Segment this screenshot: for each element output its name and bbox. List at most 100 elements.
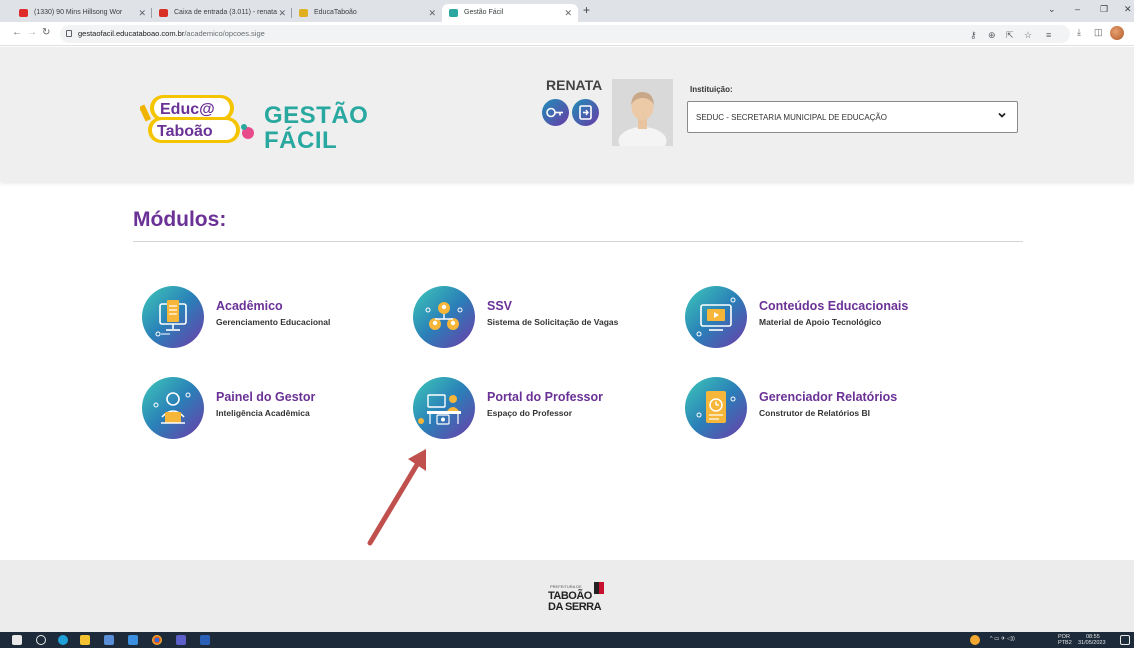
clock-date: 31/05/2023: [1078, 640, 1106, 646]
module-gerenciador-relatorios[interactable]: Gerenciador Relatórios Construtor de Rel…: [685, 377, 945, 439]
logo-facil-text: FÁCIL: [264, 127, 338, 154]
notification-icon[interactable]: [1120, 635, 1130, 645]
windows-taskbar: ^ ▭ ✈ ◁)) POR PTB2 08:55 31/05/2023: [0, 632, 1134, 648]
module-title: Portal do Professor: [487, 390, 603, 404]
report-clock-icon: [685, 377, 747, 439]
module-title: SSV: [487, 299, 513, 313]
zoom-icon[interactable]: ⊕: [988, 30, 996, 41]
footer-logo-small-text: PREFEITURA DE: [550, 584, 582, 589]
module-subtitle: Material de Apoio Tecnológico: [759, 317, 882, 327]
module-subtitle: Inteligência Acadêmica: [216, 408, 310, 418]
bookmark-star-icon[interactable]: ☆: [1024, 30, 1032, 41]
module-portal-do-professor[interactable]: Portal do Professor Espaço do Professor: [413, 377, 673, 439]
edge-icon[interactable]: [58, 635, 68, 645]
logout-icon: [579, 105, 592, 120]
url-text: gestaofacil.educataboao.com.br/academico…: [78, 29, 265, 38]
windows-start-icon[interactable]: [12, 635, 22, 645]
restore-icon[interactable]: ❐: [1100, 4, 1108, 15]
module-subtitle: Espaço do Professor: [487, 408, 573, 418]
tab-title: (1330) 90 Mins Hillsong Wor: [34, 9, 123, 16]
side-panel-icon[interactable]: ◫: [1094, 27, 1103, 38]
tab-search-icon[interactable]: ⌄: [1048, 4, 1056, 15]
institution-select[interactable]: SEDUC - SECRETARIA MUNICIPAL DE EDUCAÇÃO: [687, 101, 1018, 133]
browser-tab-active[interactable]: Gestão Fácil ✕: [442, 4, 578, 22]
footer-logo-line2: DA SERRA: [548, 601, 602, 613]
tab-title: Gestão Fácil: [464, 9, 504, 16]
back-icon[interactable]: ←: [12, 27, 22, 38]
video-screen-icon: [685, 286, 747, 348]
minimize-icon[interactable]: –: [1075, 4, 1080, 14]
close-icon[interactable]: ✕: [278, 4, 286, 22]
gmail-icon: [159, 9, 168, 17]
modules-title: Módulos:: [133, 208, 227, 231]
store-icon[interactable]: [104, 635, 114, 645]
teacher-desk-icon: [413, 377, 475, 439]
module-painel-do-gestor[interactable]: Painel do Gestor Inteligência Acadêmica: [142, 377, 402, 439]
module-title: Painel do Gestor: [216, 390, 316, 404]
browser-tab[interactable]: (1330) 90 Mins Hillsong Wor ✕: [12, 4, 152, 22]
manager-person-icon: [142, 377, 204, 439]
username: RENATA: [546, 77, 603, 93]
module-academico[interactable]: Acadêmico Gerenciamento Educacional: [142, 286, 402, 348]
people-network-icon: [413, 286, 475, 348]
monitor-checklist-icon: [142, 286, 204, 348]
browser-tab[interactable]: Caixa de entrada (3.011) - renata ✕: [152, 4, 292, 22]
tray-icons[interactable]: ^ ▭ ✈ ◁)): [990, 636, 1015, 642]
tab-title: EducaTaboão: [314, 9, 357, 16]
browser-address-bar: ← → ↻ gestaofacil.educataboao.com.br/aca…: [0, 22, 1134, 46]
svg-text:Taboão: Taboão: [157, 123, 213, 140]
profile-avatar[interactable]: [1110, 26, 1124, 40]
word-icon[interactable]: [200, 635, 210, 645]
teams-icon[interactable]: [176, 635, 186, 645]
search-icon[interactable]: [36, 635, 46, 645]
key-icon[interactable]: ⚷: [970, 30, 977, 41]
language-sub-indicator: PTB2: [1058, 640, 1072, 646]
reload-icon[interactable]: ↻: [42, 27, 50, 38]
close-window-icon[interactable]: ✕: [1124, 4, 1132, 15]
module-subtitle: Sistema de Solicitação de Vagas: [487, 317, 619, 327]
reading-list-icon[interactable]: ≡: [1046, 30, 1051, 40]
close-icon[interactable]: ✕: [564, 4, 572, 22]
footer-logo-flag: [594, 582, 604, 594]
key-icon: [546, 107, 563, 118]
svg-text:Educ@: Educ@: [160, 101, 215, 118]
educ-taboao-logo: Educ@ Taboão: [140, 95, 254, 143]
forward-icon[interactable]: →: [27, 27, 37, 38]
chrome-icon[interactable]: [152, 635, 162, 645]
logout-button[interactable]: [572, 99, 599, 126]
module-subtitle: Gerenciamento Educacional: [216, 317, 331, 327]
gestao-facil-icon: [449, 9, 458, 17]
tab-title: Caixa de entrada (3.011) - renata: [174, 9, 277, 16]
weather-icon[interactable]: [970, 635, 980, 645]
browser-tab[interactable]: EducaTaboão ✕: [292, 4, 442, 22]
annotation-arrow: [367, 449, 426, 546]
browser-tab-strip: (1330) 90 Mins Hillsong Wor ✕ Caixa de e…: [0, 0, 1134, 22]
mail-icon[interactable]: [128, 635, 138, 645]
user-silhouette-icon: [618, 92, 667, 146]
module-subtitle: Construtor de Relatórios BI: [759, 408, 870, 418]
modules-divider: [133, 241, 1023, 242]
url-path: /academico/opcoes.sige: [184, 29, 265, 38]
logo-gestao-text: GESTÃO: [264, 102, 369, 129]
download-icon[interactable]: ⤓: [1077, 27, 1081, 38]
chevron-down-icon: [998, 112, 1006, 118]
change-password-button[interactable]: [542, 99, 569, 126]
module-title: Conteúdos Educacionais: [759, 299, 909, 313]
youtube-icon: [19, 9, 28, 17]
file-explorer-icon[interactable]: [80, 635, 90, 645]
taboao-da-serra-logo: PREFEITURA DE TABOÃO DA SERRA: [546, 580, 616, 614]
module-title: Acadêmico: [216, 299, 283, 313]
new-tab-button[interactable]: +: [583, 3, 590, 17]
educataboao-icon: [299, 9, 308, 17]
module-title: Gerenciador Relatórios: [759, 390, 898, 404]
close-icon[interactable]: ✕: [138, 4, 146, 22]
module-ssv[interactable]: SSV Sistema de Solicitação de Vagas: [413, 286, 673, 348]
institution-label: Instituição:: [690, 85, 733, 94]
url-field[interactable]: gestaofacil.educataboao.com.br/academico…: [60, 25, 1070, 43]
lock-icon: [66, 30, 72, 37]
close-icon[interactable]: ✕: [428, 4, 436, 22]
url-host: gestaofacil.educataboao.com.br: [78, 29, 185, 38]
module-conteudos-educacionais[interactable]: Conteúdos Educacionais Material de Apoio…: [685, 286, 945, 348]
user-avatar: [612, 79, 673, 146]
share-icon[interactable]: ⇱: [1006, 30, 1014, 41]
